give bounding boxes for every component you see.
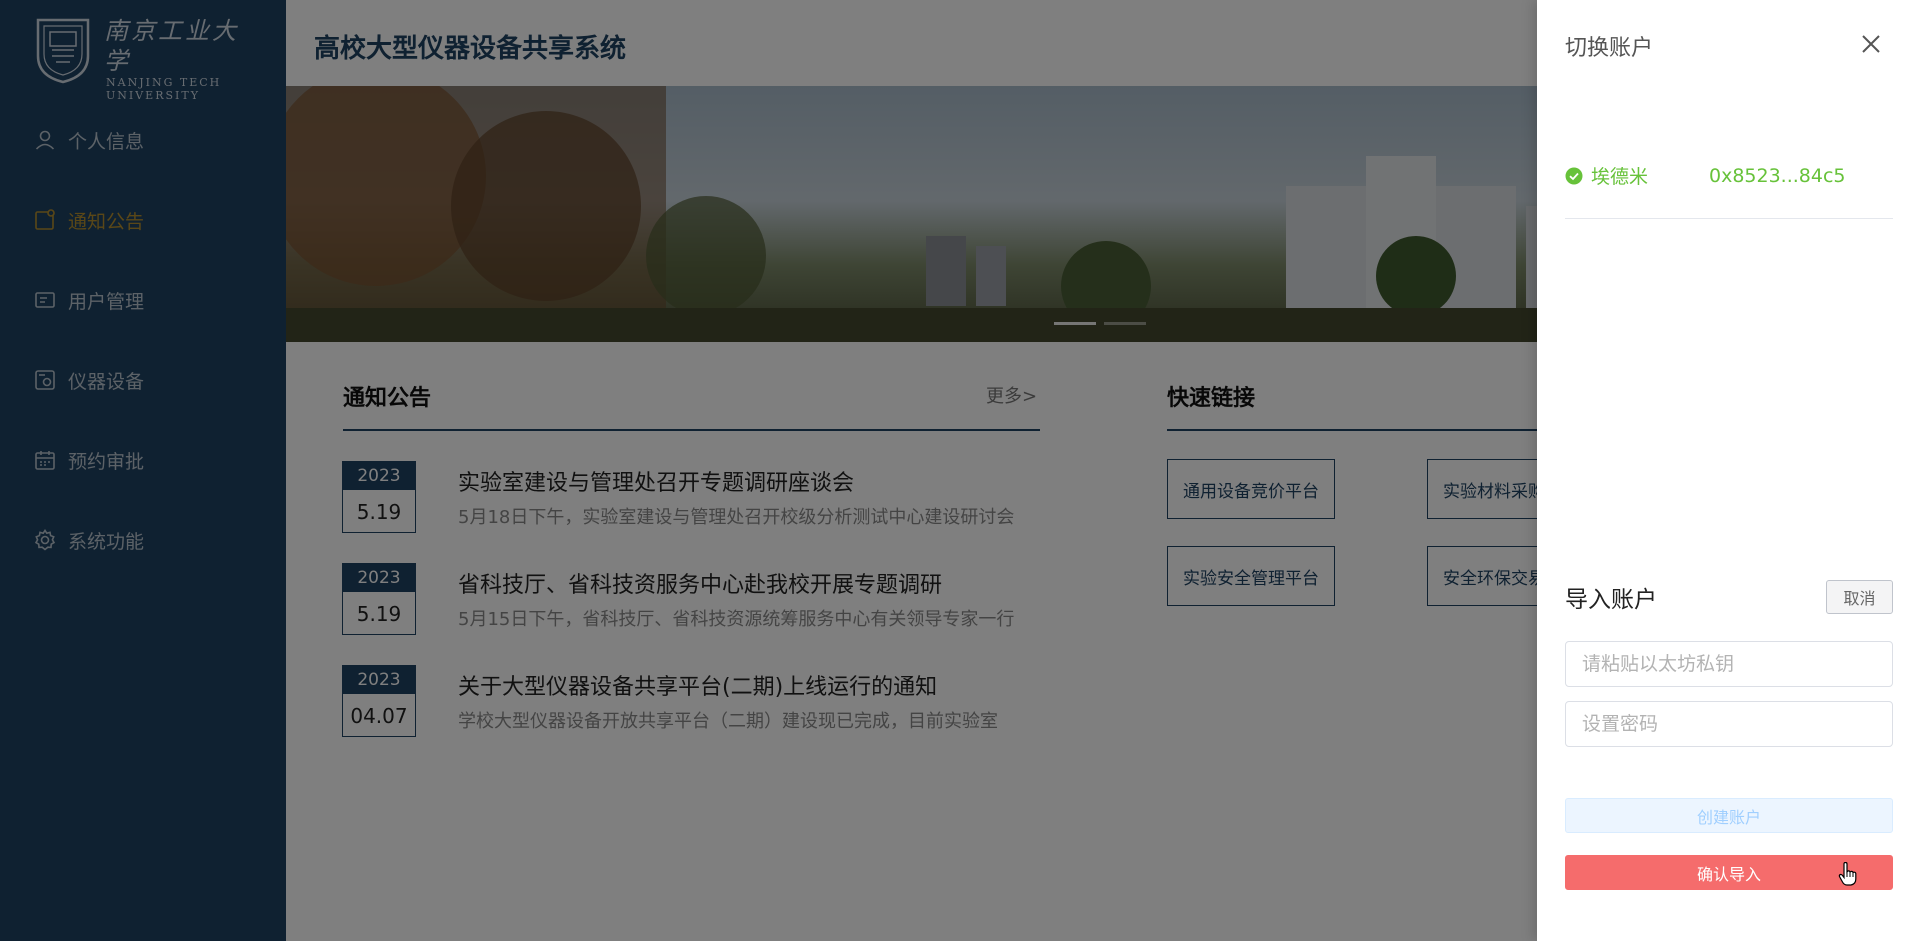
modal-overlay[interactable] [0, 0, 1537, 941]
close-button[interactable] [1857, 30, 1885, 58]
drawer-divider [1565, 218, 1893, 219]
password-input[interactable] [1565, 701, 1893, 747]
switch-account-drawer: 切换账户 埃德米 0x8523...84c5 导入账户 取消 创建账户 确认导入 [1537, 0, 1920, 941]
create-account-button[interactable]: 创建账户 [1565, 798, 1893, 833]
drawer-title: 切换账户 [1565, 36, 1654, 61]
import-account-title: 导入账户 [1565, 587, 1657, 613]
account-address: 0x8523...84c5 [1709, 164, 1846, 187]
cancel-button[interactable]: 取消 [1826, 580, 1893, 614]
account-name: 埃德米 [1591, 166, 1649, 188]
check-circle-icon [1565, 167, 1583, 184]
private-key-input[interactable] [1565, 641, 1893, 687]
close-icon [1862, 35, 1880, 53]
hand-cursor-icon [1838, 862, 1857, 886]
account-item[interactable]: 埃德米 0x8523...84c5 [1565, 162, 1893, 189]
